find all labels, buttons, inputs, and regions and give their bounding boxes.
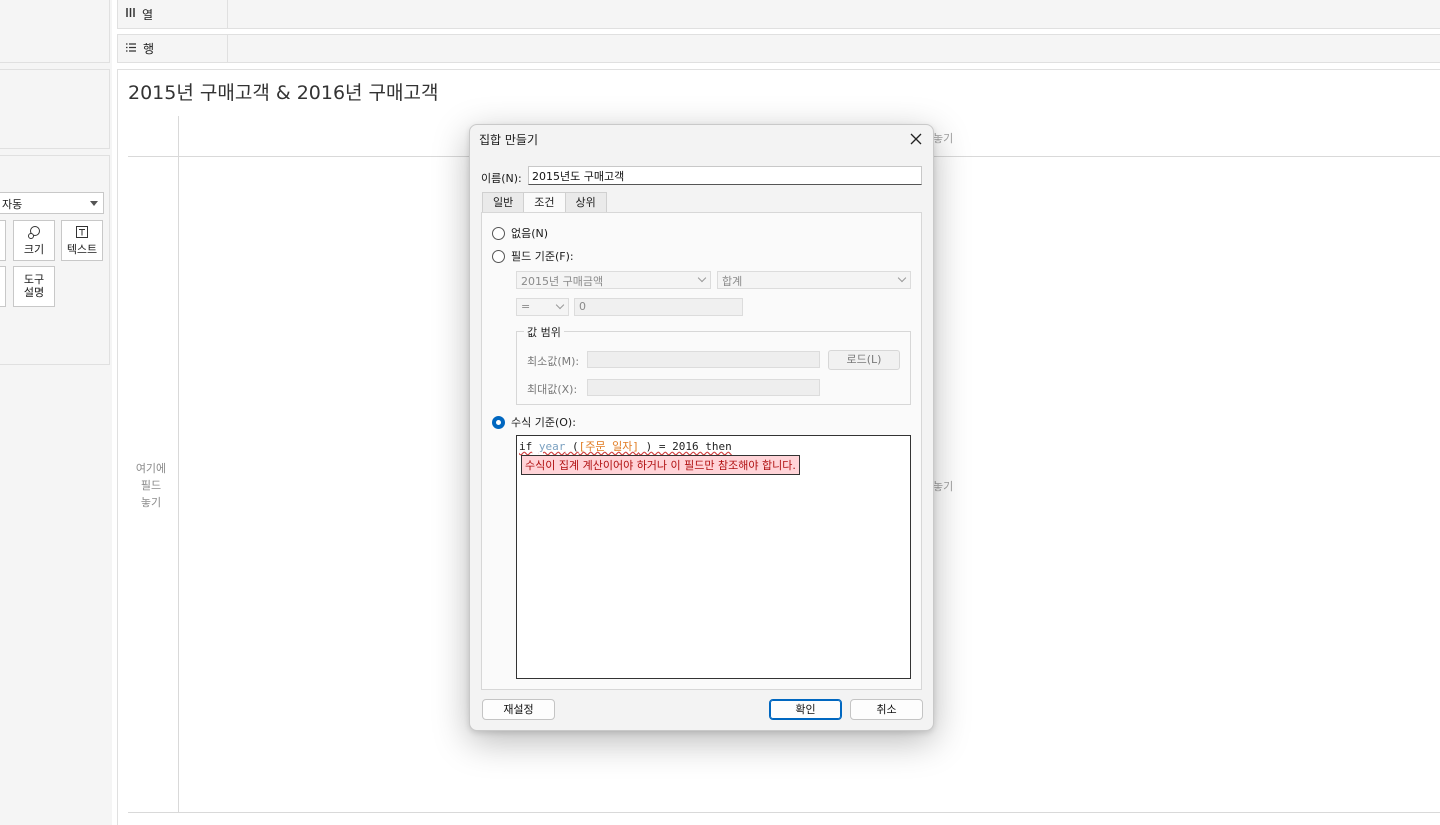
- dropdown-arrow-icon: [90, 201, 98, 206]
- radio-by-formula[interactable]: [492, 415, 505, 429]
- mark-size-button[interactable]: 크기: [13, 220, 55, 261]
- option-none-label: 없음(N): [511, 227, 549, 240]
- drop-field-hint-mid: 놓기: [933, 480, 954, 493]
- tab-top[interactable]: 상위: [564, 192, 607, 212]
- mark-detail-button[interactable]: [0, 266, 6, 307]
- chevron-down-icon: [697, 273, 707, 283]
- tab-condition[interactable]: 조건: [523, 192, 566, 213]
- grid-divider: [178, 116, 179, 813]
- columns-shelf[interactable]: 열: [117, 0, 1440, 29]
- chevron-down-icon: [555, 300, 565, 310]
- operator-select-value: =: [521, 300, 531, 313]
- tab-general[interactable]: 일반: [482, 192, 525, 212]
- option-by-field[interactable]: 필드 기준(F):: [492, 248, 574, 264]
- name-input[interactable]: [528, 166, 922, 185]
- drop-field-hint: 여기에 필드 놓기: [135, 462, 167, 509]
- condition-panel: 없음(N) 필드 기준(F): 2015년 구매금액 합계 = 0 값 범위 최…: [481, 212, 922, 690]
- value-input: 0: [574, 298, 743, 316]
- field-select-value: 2015년 구매금액: [521, 275, 604, 288]
- rows-label: 행: [143, 42, 155, 56]
- filters-card: [0, 69, 110, 149]
- ok-button[interactable]: 확인: [769, 699, 842, 720]
- operator-select: =: [516, 298, 569, 316]
- left-panel: 자동 크기 텍스트 도구 설명: [0, 0, 112, 825]
- min-input: [587, 351, 820, 368]
- sheet-title: 2015년 구매고객 & 2016년 구매고객: [128, 82, 439, 104]
- mark-tooltip-button[interactable]: 도구 설명: [13, 266, 55, 307]
- option-none[interactable]: 없음(N): [492, 225, 548, 241]
- marks-card: 자동 크기 텍스트 도구 설명: [0, 155, 110, 365]
- columns-label: 열: [142, 7, 154, 22]
- grid-divider: [128, 812, 1440, 813]
- create-set-dialog: 집합 만들기 이름(N): 일반 조건 상위 없음(N) 필드 기준(F): 2…: [469, 124, 934, 731]
- formula-rest: ) = 2016 then: [638, 440, 732, 453]
- columns-icon: [125, 7, 136, 21]
- mark-size-label: 크기: [23, 243, 45, 256]
- range-legend: 값 범위: [524, 324, 564, 340]
- mark-type-select[interactable]: 자동: [0, 192, 104, 214]
- pages-card: [0, 0, 110, 63]
- option-by-field-label: 필드 기준(F):: [511, 250, 574, 263]
- mark-color-button[interactable]: [0, 220, 6, 261]
- formula-line: if year ([주문 일자] ) = 2016 then: [519, 438, 732, 454]
- formula-error-tooltip: 수식이 집계 계산이어야 하거나 이 필드만 참조해야 합니다.: [521, 455, 800, 475]
- close-icon[interactable]: [905, 128, 927, 150]
- formula-paren: (: [565, 440, 579, 453]
- option-by-formula-label: 수식 기준(O):: [511, 416, 576, 429]
- dialog-title: 집합 만들기: [479, 133, 539, 147]
- aggregate-select: 합계: [717, 271, 911, 289]
- min-label: 최소값(M):: [527, 355, 580, 368]
- field-select: 2015년 구매금액: [516, 271, 711, 289]
- rows-shelf-label: 행: [118, 35, 228, 62]
- mark-type-value: 자동: [2, 198, 23, 211]
- formula-function: year: [538, 440, 566, 453]
- formula-editor[interactable]: if year ([주문 일자] ) = 2016 then 수식이 집계 계산…: [516, 435, 911, 679]
- max-label: 최대값(X):: [527, 383, 578, 396]
- option-by-formula[interactable]: 수식 기준(O):: [492, 414, 576, 430]
- text-icon: [62, 225, 102, 243]
- radio-by-field[interactable]: [492, 249, 505, 263]
- load-button: 로드(L): [828, 350, 900, 370]
- name-label: 이름(N):: [481, 172, 522, 185]
- value-range-group: 값 범위 최소값(M): 최대값(X): 로드(L): [516, 324, 911, 405]
- max-input: [587, 379, 820, 396]
- formula-keyword: if: [519, 440, 533, 453]
- formula-field: [주문 일자]: [578, 440, 639, 453]
- size-icon: [14, 225, 54, 243]
- rows-icon: [125, 42, 137, 56]
- mark-text-label: 텍스트: [66, 243, 98, 256]
- mark-text-button[interactable]: 텍스트: [61, 220, 103, 261]
- mark-tooltip-label: 도구 설명: [23, 273, 45, 299]
- columns-shelf-label: 열: [118, 0, 228, 28]
- dialog-tabs: 일반 조건 상위: [482, 192, 607, 213]
- chevron-down-icon: [897, 273, 907, 283]
- radio-none[interactable]: [492, 226, 505, 240]
- aggregate-select-value: 합계: [722, 275, 743, 288]
- drop-field-hint-top: 놓기: [933, 132, 954, 145]
- rows-shelf[interactable]: 행: [117, 34, 1440, 63]
- reset-button[interactable]: 재설정: [482, 699, 555, 720]
- cancel-button[interactable]: 취소: [850, 699, 923, 720]
